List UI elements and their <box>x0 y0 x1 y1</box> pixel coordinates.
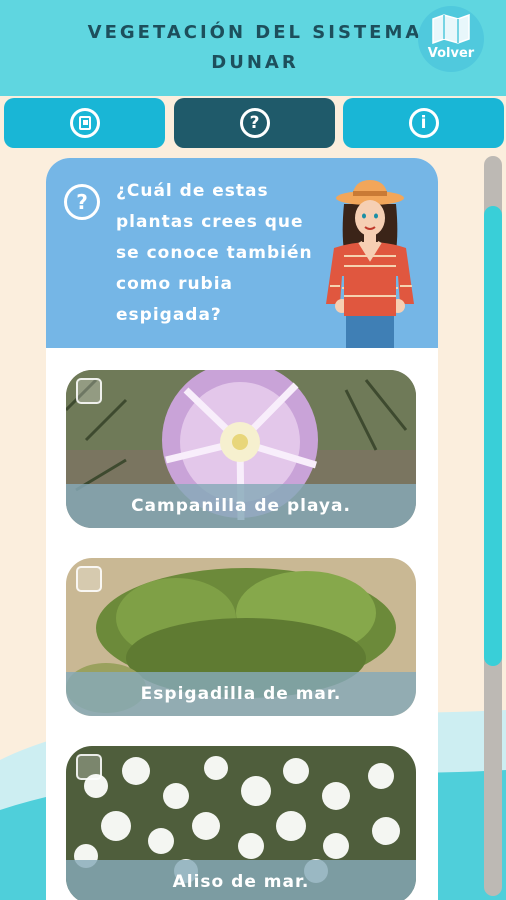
option-checkbox[interactable] <box>76 378 102 404</box>
tab-quiz[interactable]: ? <box>174 98 335 148</box>
guide-character-illustration <box>326 180 414 348</box>
tab-content[interactable] <box>4 98 165 148</box>
question-panel: ? ¿Cuál de estas plantas crees que se co… <box>46 158 438 348</box>
title-line-1: VEGETACIÓN DEL SISTEMA <box>87 22 423 43</box>
back-label: Volver <box>427 46 475 61</box>
quiz-card: ? ¿Cuál de estas plantas crees que se co… <box>46 158 438 900</box>
answer-option-campanilla[interactable]: Campanilla de playa. <box>66 370 416 528</box>
scrollbar-thumb[interactable] <box>484 206 502 666</box>
map-icon <box>432 14 470 44</box>
info-icon: i <box>408 108 439 138</box>
book-icon <box>69 108 100 138</box>
tab-info[interactable]: i <box>343 98 504 148</box>
option-label: Aliso de mar. <box>66 860 416 900</box>
answer-option-espigadilla[interactable]: Espigadilla de mar. <box>66 558 416 716</box>
question-line: espigada? <box>116 305 222 325</box>
question-line: se conoce también <box>116 243 313 263</box>
question-line: plantas crees que <box>116 212 304 232</box>
title-line-2: DUNAR <box>211 52 299 73</box>
page-title: VEGETACIÓN DEL SISTEMA DUNAR <box>80 18 430 78</box>
option-checkbox[interactable] <box>76 566 102 592</box>
question-line: ¿Cuál de estas <box>116 181 269 201</box>
question-icon: ? <box>64 184 100 220</box>
option-label: Espigadilla de mar. <box>66 672 416 716</box>
question-text: ¿Cuál de estas plantas crees que se cono… <box>116 176 316 331</box>
answer-option-aliso[interactable]: Aliso de mar. <box>66 746 416 900</box>
option-checkbox[interactable] <box>76 754 102 780</box>
question-line: como rubia <box>116 274 234 294</box>
back-button[interactable]: Volver <box>418 6 484 72</box>
option-label: Campanilla de playa. <box>66 484 416 528</box>
question-icon: ? <box>239 108 270 138</box>
